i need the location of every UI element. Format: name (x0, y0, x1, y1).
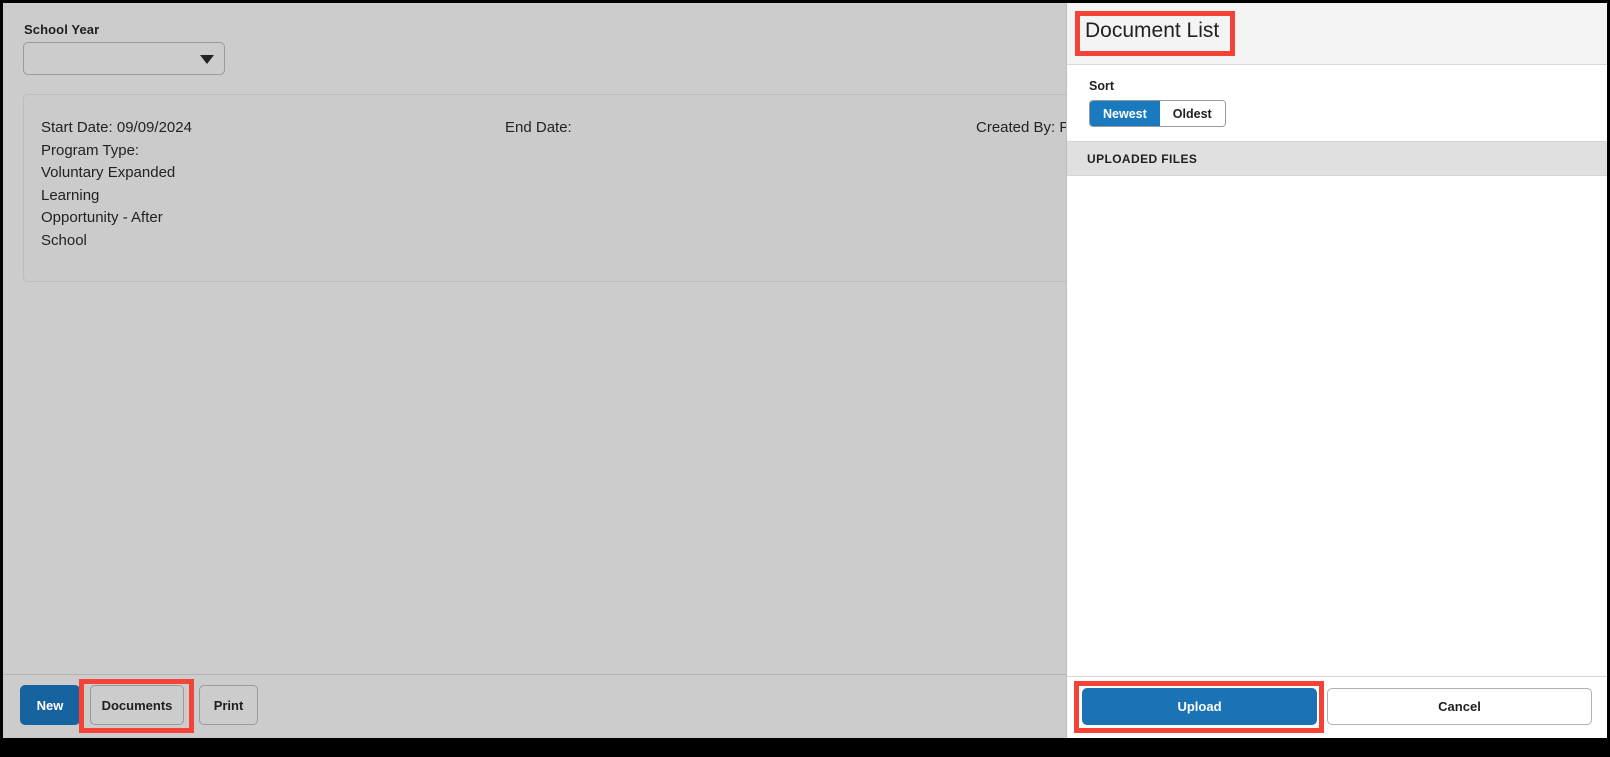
sort-label: Sort (1089, 79, 1114, 93)
detail-program-type-line-2: Learning (41, 186, 100, 204)
sort-option-oldest[interactable]: Oldest (1159, 101, 1225, 126)
sort-toggle-group[interactable]: Newest Oldest (1089, 100, 1226, 127)
detail-end-date: End Date: (505, 119, 572, 136)
print-button[interactable]: Print (199, 685, 258, 725)
page-title: Document List (1085, 19, 1220, 42)
chevron-down-icon (200, 55, 214, 64)
detail-program-type-line-3: Opportunity - After (41, 209, 163, 226)
detail-program-type-line-4: School (41, 231, 87, 249)
uploaded-files-section-header: UPLOADED FILES (1067, 141, 1607, 176)
detail-column-start-date: Start Date: 09/09/2024 Program Type: Vol… (41, 117, 241, 252)
application-window: School Year Start Date: 09/09/2024 Progr… (3, 3, 1607, 738)
document-panel-footer: Upload Cancel (1067, 676, 1607, 738)
detail-column-end-date: End Date: (505, 117, 705, 140)
documents-button[interactable]: Documents (90, 685, 184, 725)
new-button[interactable]: New (20, 685, 80, 725)
uploaded-files-list[interactable] (1067, 176, 1607, 676)
school-year-dropdown[interactable] (23, 42, 225, 75)
detail-program-type-line-1: Voluntary Expanded (41, 164, 176, 181)
sort-option-newest[interactable]: Newest (1090, 101, 1160, 126)
main-content-pane: School Year Start Date: 09/09/2024 Progr… (3, 3, 1523, 738)
detail-start-date: Start Date: 09/09/2024 (41, 119, 192, 136)
document-list-header: Document List (1067, 3, 1607, 65)
cancel-button[interactable]: Cancel (1327, 688, 1592, 725)
uploaded-files-label: UPLOADED FILES (1087, 152, 1198, 166)
school-year-label: School Year (24, 22, 100, 37)
upload-button[interactable]: Upload (1082, 688, 1317, 725)
sort-section: Sort Newest Oldest (1067, 65, 1607, 141)
screenshot-root: School Year Start Date: 09/09/2024 Progr… (0, 0, 1610, 757)
document-list-panel: Document List Sort Newest Oldest UPLOADE… (1066, 3, 1607, 738)
main-action-bar: New Documents Print (3, 675, 1066, 738)
detail-program-type-label: Program Type: (41, 141, 140, 159)
